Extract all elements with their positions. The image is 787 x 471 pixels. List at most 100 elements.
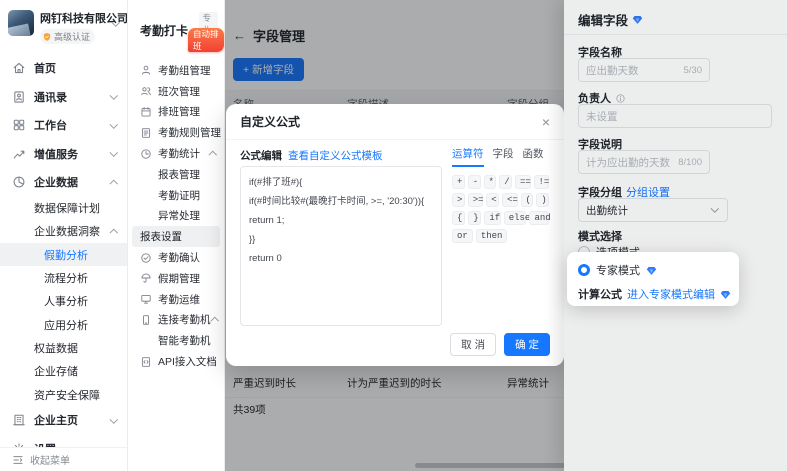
collapse-menu-button[interactable]: 收起菜单: [0, 447, 127, 471]
calendar-icon: [140, 106, 152, 118]
app-nav-item-label: 排班管理: [158, 104, 200, 119]
expert-mode-radio-row[interactable]: 专家模式: [578, 262, 657, 278]
operator-button[interactable]: <: [486, 193, 499, 207]
field-desc-value: 计为应出勤的天数: [586, 155, 674, 170]
sidebar-item[interactable]: 企业主页: [0, 406, 127, 435]
sidebar-item[interactable]: 工作台: [0, 111, 127, 140]
app-nav-item-label: 报表设置: [140, 229, 182, 244]
tab-operators[interactable]: 运算符: [452, 146, 484, 167]
confirm-button[interactable]: 确 定: [504, 333, 550, 356]
operator-button[interactable]: <=: [502, 193, 518, 207]
sidebar-item[interactable]: 企业数据: [0, 168, 127, 197]
radio-checked-icon[interactable]: [578, 264, 590, 276]
field-desc-input[interactable]: 计为应出勤的天数 8/100: [578, 150, 710, 174]
sidebar-item[interactable]: 企业数据洞察: [0, 220, 127, 243]
formula-editor[interactable]: if(#排了班#){if(#时间比较#(最晚打卡时间, >=, '20:30')…: [240, 166, 442, 326]
chevron-down-icon: [109, 415, 119, 425]
operator-button[interactable]: >: [452, 193, 465, 207]
operator-button[interactable]: !=: [534, 175, 550, 189]
chevron-down-icon: [111, 19, 121, 29]
sidebar-item[interactable]: 人事分析: [0, 290, 127, 313]
operator-button[interactable]: (: [521, 193, 534, 207]
sidebar-item[interactable]: 资产安全保障: [0, 383, 127, 406]
field-group-select[interactable]: 出勤统计: [578, 198, 728, 222]
company-switcher[interactable]: 网钉科技有限公司 高级认证: [0, 0, 127, 48]
workbench-icon: [12, 118, 26, 132]
sidebar-item-label: 人事分析: [44, 293, 88, 309]
field-name-counter: 5/30: [684, 65, 703, 76]
operator-button[interactable]: -: [468, 175, 481, 189]
device-icon: [140, 314, 152, 326]
tab-functions[interactable]: 函数: [523, 146, 544, 167]
operator-button[interactable]: or: [452, 229, 473, 243]
enter-expert-mode-link[interactable]: 进入专家模式编辑: [627, 286, 715, 302]
app-nav-item[interactable]: API接入文档: [128, 351, 224, 372]
sidebar-item[interactable]: 数据保障计划: [0, 197, 127, 220]
app-nav: 考勤组管理 班次管理 排班管理 考勤规则管理 考勤统计: [128, 60, 224, 372]
operator-button[interactable]: {: [452, 211, 465, 225]
building-icon: [12, 413, 26, 427]
operator-button[interactable]: ): [536, 193, 549, 207]
sidebar-item[interactable]: 流程分析: [0, 266, 127, 289]
mode-label: 模式选择: [578, 228, 622, 244]
operator-button[interactable]: ==: [515, 175, 531, 189]
calc-formula-label: 计算公式: [578, 286, 622, 302]
sidebar-item[interactable]: 企业存储: [0, 360, 127, 383]
confirm-icon: [140, 252, 152, 264]
app-nav-item[interactable]: 报表管理: [128, 164, 224, 185]
chevron-down-icon: [109, 149, 119, 159]
app-nav-item[interactable]: 考勤确认: [128, 247, 224, 268]
app-nav-item[interactable]: 报表设置: [132, 226, 220, 247]
app-nav-item[interactable]: 班次管理: [128, 81, 224, 102]
operator-button[interactable]: then: [476, 229, 508, 243]
app-nav-item[interactable]: 考勤组管理: [128, 60, 224, 81]
sidebar-item[interactable]: 应用分析: [0, 313, 127, 336]
sidebar-item[interactable]: 通讯录: [0, 83, 127, 112]
formula-code-line: return 1;: [249, 211, 433, 230]
owner-input[interactable]: 未设置: [578, 104, 772, 128]
calc-formula-row: 计算公式 进入专家模式编辑: [578, 286, 731, 302]
field-name-input[interactable]: 应出勤天数 5/30: [578, 58, 710, 82]
app-nav-item[interactable]: 考勤规则管理: [128, 122, 224, 143]
app-nav-item[interactable]: 连接考勤机: [128, 310, 224, 331]
pro-gem-icon: [720, 289, 731, 300]
operator-button[interactable]: /: [499, 175, 512, 189]
operator-button[interactable]: }: [468, 211, 481, 225]
sidebar-item-label: 企业数据洞察: [34, 223, 100, 239]
operator-button[interactable]: *: [484, 175, 497, 189]
app-nav-item[interactable]: 智能考勤机: [128, 330, 224, 351]
operator-button[interactable]: else: [504, 211, 527, 225]
app-nav-item[interactable]: 考勤运维: [128, 289, 224, 310]
company-name: 网钉科技有限公司: [40, 10, 111, 26]
operator-button[interactable]: +: [452, 175, 465, 189]
close-icon[interactable]: ×: [542, 115, 550, 129]
app-nav-item-label: 考勤确认: [158, 250, 200, 265]
app-root: 网钉科技有限公司 高级认证 首页 通讯录 工: [0, 0, 787, 471]
app-nav-item[interactable]: 考勤证明: [128, 185, 224, 206]
cancel-button[interactable]: 取 消: [450, 333, 496, 356]
app-nav-item[interactable]: 考勤统计: [128, 143, 224, 164]
formula-code-line: if(#时间比较#(最晚打卡时间, >=, '20:30')){: [249, 192, 433, 211]
app-nav-item[interactable]: 异常处理: [128, 206, 224, 227]
org-nav: 首页 通讯录 工作台 增值服务 企业数据: [0, 54, 127, 463]
api-icon: [140, 356, 152, 368]
tab-fields[interactable]: 字段: [493, 146, 514, 167]
person-icon: [140, 64, 152, 76]
app-nav-item-label: 考勤组管理: [158, 63, 211, 78]
sidebar-item[interactable]: 增值服务: [0, 140, 127, 169]
app-nav-item-label: 假期管理: [158, 271, 200, 286]
operator-button[interactable]: and: [529, 211, 549, 225]
sidebar-item[interactable]: 权益数据: [0, 336, 127, 359]
app-nav-item[interactable]: 假期管理: [128, 268, 224, 289]
sidebar-item-label: 通讯录: [34, 89, 67, 105]
app-nav-item-label: 智能考勤机: [158, 333, 211, 348]
sidebar-item-label: 企业主页: [34, 412, 78, 428]
app-nav-item-label: 连接考勤机: [158, 312, 211, 327]
app-nav-item-label: 班次管理: [158, 84, 200, 99]
app-nav-item[interactable]: 排班管理: [128, 102, 224, 123]
operator-button[interactable]: >=: [468, 193, 484, 207]
sidebar-item[interactable]: 假勤分析: [0, 243, 127, 266]
formula-template-link[interactable]: 查看自定义公式模板: [288, 148, 383, 163]
sidebar-item[interactable]: 首页: [0, 54, 127, 83]
operator-button[interactable]: if: [484, 211, 500, 225]
